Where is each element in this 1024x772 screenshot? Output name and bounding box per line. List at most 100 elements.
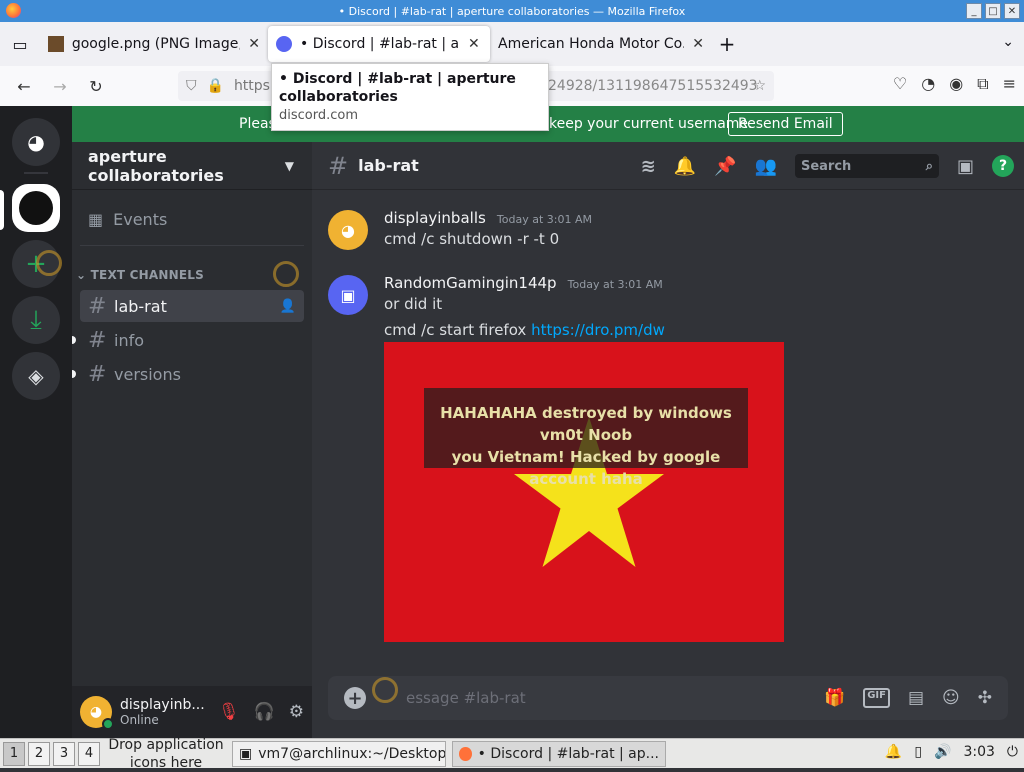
shield-icon[interactable]: ⛉ bbox=[186, 78, 197, 94]
firefox-icon bbox=[6, 3, 21, 18]
chat-area: # lab-rat ≋ 🔔 📌 👥 Search ⌕ ▣ ? ◕ display… bbox=[312, 142, 1024, 738]
close-tab-icon[interactable]: ✕ bbox=[248, 36, 260, 52]
composer-icons: 🎁 GIF ▤ ☺ ✣ bbox=[824, 688, 992, 708]
volume-icon[interactable]: 🔊 bbox=[934, 744, 951, 760]
inbox-icon[interactable]: ▣ bbox=[957, 156, 974, 177]
avatar[interactable]: ◕ bbox=[328, 210, 368, 250]
tab-discord[interactable]: • Discord | #lab-rat | ape ✕ bbox=[268, 26, 490, 62]
hash-icon: # bbox=[88, 361, 107, 387]
sidebar-divider bbox=[80, 245, 304, 246]
task-label: • Discord | #lab-rat | ap... bbox=[477, 745, 659, 762]
firefox-view-icon[interactable]: ▭ bbox=[0, 22, 40, 66]
task-firefox[interactable]: • Discord | #lab-rat | ap... bbox=[452, 740, 666, 767]
terminal-icon: ▣ bbox=[239, 745, 253, 762]
tab-honda[interactable]: American Honda Motor Co., I ✕ bbox=[490, 26, 712, 62]
avatar[interactable]: ▣ bbox=[328, 275, 368, 315]
channel-lab-rat[interactable]: # lab-rat 👤 bbox=[80, 290, 304, 322]
message-timestamp: Today at 3:01 AM bbox=[496, 213, 592, 226]
username: displayinb... bbox=[120, 697, 205, 713]
timer-icon[interactable]: ◔ bbox=[921, 74, 935, 94]
bell-icon[interactable]: 🔔 bbox=[674, 156, 696, 177]
bookmark-star-icon[interactable]: ☆ bbox=[753, 78, 766, 94]
clipboard-icon[interactable]: ▯ bbox=[914, 744, 922, 760]
category-text-channels[interactable]: ⌄ TEXT CHANNELS bbox=[76, 268, 204, 282]
reload-icon[interactable]: ↻ bbox=[78, 77, 114, 96]
hash-icon: # bbox=[88, 293, 107, 319]
member-list-icon[interactable]: 👥 bbox=[755, 156, 777, 177]
channel-name: versions bbox=[114, 364, 181, 384]
lock-icon[interactable]: 🔒 bbox=[207, 78, 224, 94]
channel-info[interactable]: # info bbox=[80, 324, 304, 356]
minimize-button[interactable]: _ bbox=[966, 3, 982, 19]
discord-app: ◕ + ⤓ ◈ Pleas keep your current username… bbox=[0, 106, 1024, 738]
back-icon[interactable]: ← bbox=[6, 77, 42, 96]
caption-line: HAHAHAHA destroyed by windows vm0t Noob bbox=[440, 404, 732, 444]
loading-cursor-icon bbox=[372, 677, 398, 703]
search-input[interactable]: Search ⌕ bbox=[794, 154, 939, 178]
menu-icon[interactable]: ≡ bbox=[1003, 74, 1016, 94]
url-text-right: 24928/131198647515532493 bbox=[548, 78, 758, 94]
workspace-1[interactable]: 1 bbox=[3, 741, 25, 766]
close-tab-icon[interactable]: ✕ bbox=[692, 36, 704, 52]
forward-icon[interactable]: → bbox=[42, 77, 78, 96]
close-window-button[interactable]: ✕ bbox=[1004, 3, 1020, 19]
clock[interactable]: 3:03 bbox=[963, 744, 994, 760]
sticker-icon[interactable]: ▤ bbox=[908, 688, 924, 708]
launcher-drop-hint: Drop application icons here bbox=[108, 736, 224, 771]
power-icon[interactable]: ⏻ bbox=[1007, 744, 1018, 760]
events-label: Events bbox=[113, 209, 168, 229]
user-info[interactable]: displayinb... Online bbox=[120, 697, 205, 727]
composer-placeholder: essage #lab-rat bbox=[406, 689, 526, 707]
loading-cursor-icon bbox=[273, 261, 299, 287]
gif-button[interactable]: GIF bbox=[863, 688, 890, 708]
message-composer[interactable]: + essage #lab-rat 🎁 GIF ▤ ☺ ✣ bbox=[328, 676, 1008, 720]
workspace-2[interactable]: 2 bbox=[28, 741, 50, 766]
close-tab-icon[interactable]: ✕ bbox=[468, 36, 480, 52]
download-apps-icon[interactable]: ⤓ bbox=[12, 296, 60, 344]
apps-icon[interactable]: ✣ bbox=[978, 688, 992, 708]
workspace-4[interactable]: 4 bbox=[78, 741, 100, 766]
headphones-icon[interactable]: 🎧 bbox=[254, 702, 275, 722]
server-header[interactable]: aperture collaboratories ▼ bbox=[72, 142, 312, 190]
account-icon[interactable]: ◉ bbox=[949, 74, 963, 94]
loading-cursor-icon bbox=[36, 250, 62, 276]
task-terminal[interactable]: ▣ vm7@archlinux:~/Desktop bbox=[232, 740, 446, 767]
message-author[interactable]: displayinballs bbox=[384, 209, 486, 227]
gear-icon[interactable]: ⚙ bbox=[289, 702, 304, 722]
image-attachment[interactable]: HAHAHAHA destroyed by windows vm0t Noob … bbox=[384, 342, 784, 642]
channel-title: lab-rat bbox=[358, 156, 419, 175]
tab-google-png[interactable]: google.png (PNG Image, 6 ✕ bbox=[40, 26, 268, 62]
search-placeholder: Search bbox=[800, 158, 852, 174]
avatar[interactable]: ◕ bbox=[80, 696, 114, 730]
microphone-muted-icon[interactable]: 🎙 bbox=[218, 702, 240, 722]
pocket-icon[interactable]: ♡ bbox=[893, 74, 907, 94]
message-header: RandomGamingin144p Today at 3:01 AM bbox=[384, 273, 663, 292]
pin-icon[interactable]: 📌 bbox=[714, 156, 736, 177]
server-aperture-icon[interactable] bbox=[12, 184, 60, 232]
list-tabs-icon[interactable]: ⌄ bbox=[1002, 34, 1014, 50]
extensions-icon[interactable]: ⧉ bbox=[977, 74, 988, 94]
resend-email-button[interactable]: Resend Email bbox=[728, 112, 843, 136]
workspace-3[interactable]: 3 bbox=[53, 741, 75, 766]
explore-servers-icon[interactable]: ◈ bbox=[12, 352, 60, 400]
create-invite-icon[interactable]: 👤 bbox=[280, 299, 296, 314]
discord-home-icon[interactable]: ◕ bbox=[12, 118, 60, 166]
maximize-button[interactable]: □ bbox=[985, 3, 1001, 19]
message-link[interactable]: https://dro.pm/dw bbox=[531, 321, 665, 339]
channel-versions[interactable]: # versions bbox=[80, 358, 304, 390]
image-favicon-icon bbox=[48, 36, 64, 52]
channel-sidebar: aperture collaboratories ▼ ▦ Events ⌄ TE… bbox=[72, 142, 312, 738]
help-icon[interactable]: ? bbox=[992, 155, 1014, 177]
new-tab-button[interactable]: + bbox=[712, 32, 742, 56]
discord-favicon-icon bbox=[276, 36, 292, 52]
toolbar-icons: ♡ ◔ ◉ ⧉ ≡ bbox=[893, 74, 1016, 94]
notification-bell-icon[interactable]: 🔔 bbox=[885, 744, 902, 760]
task-label: vm7@archlinux:~/Desktop bbox=[258, 745, 446, 762]
events-item[interactable]: ▦ Events bbox=[80, 202, 304, 236]
gift-icon[interactable]: 🎁 bbox=[824, 688, 845, 708]
caption-line: you Vietnam! Hacked by google account ha… bbox=[451, 448, 721, 488]
message-author[interactable]: RandomGamingin144p bbox=[384, 274, 557, 292]
upload-plus-icon[interactable]: + bbox=[344, 687, 366, 709]
emoji-icon[interactable]: ☺ bbox=[942, 688, 960, 708]
threads-icon[interactable]: ≋ bbox=[641, 156, 656, 177]
